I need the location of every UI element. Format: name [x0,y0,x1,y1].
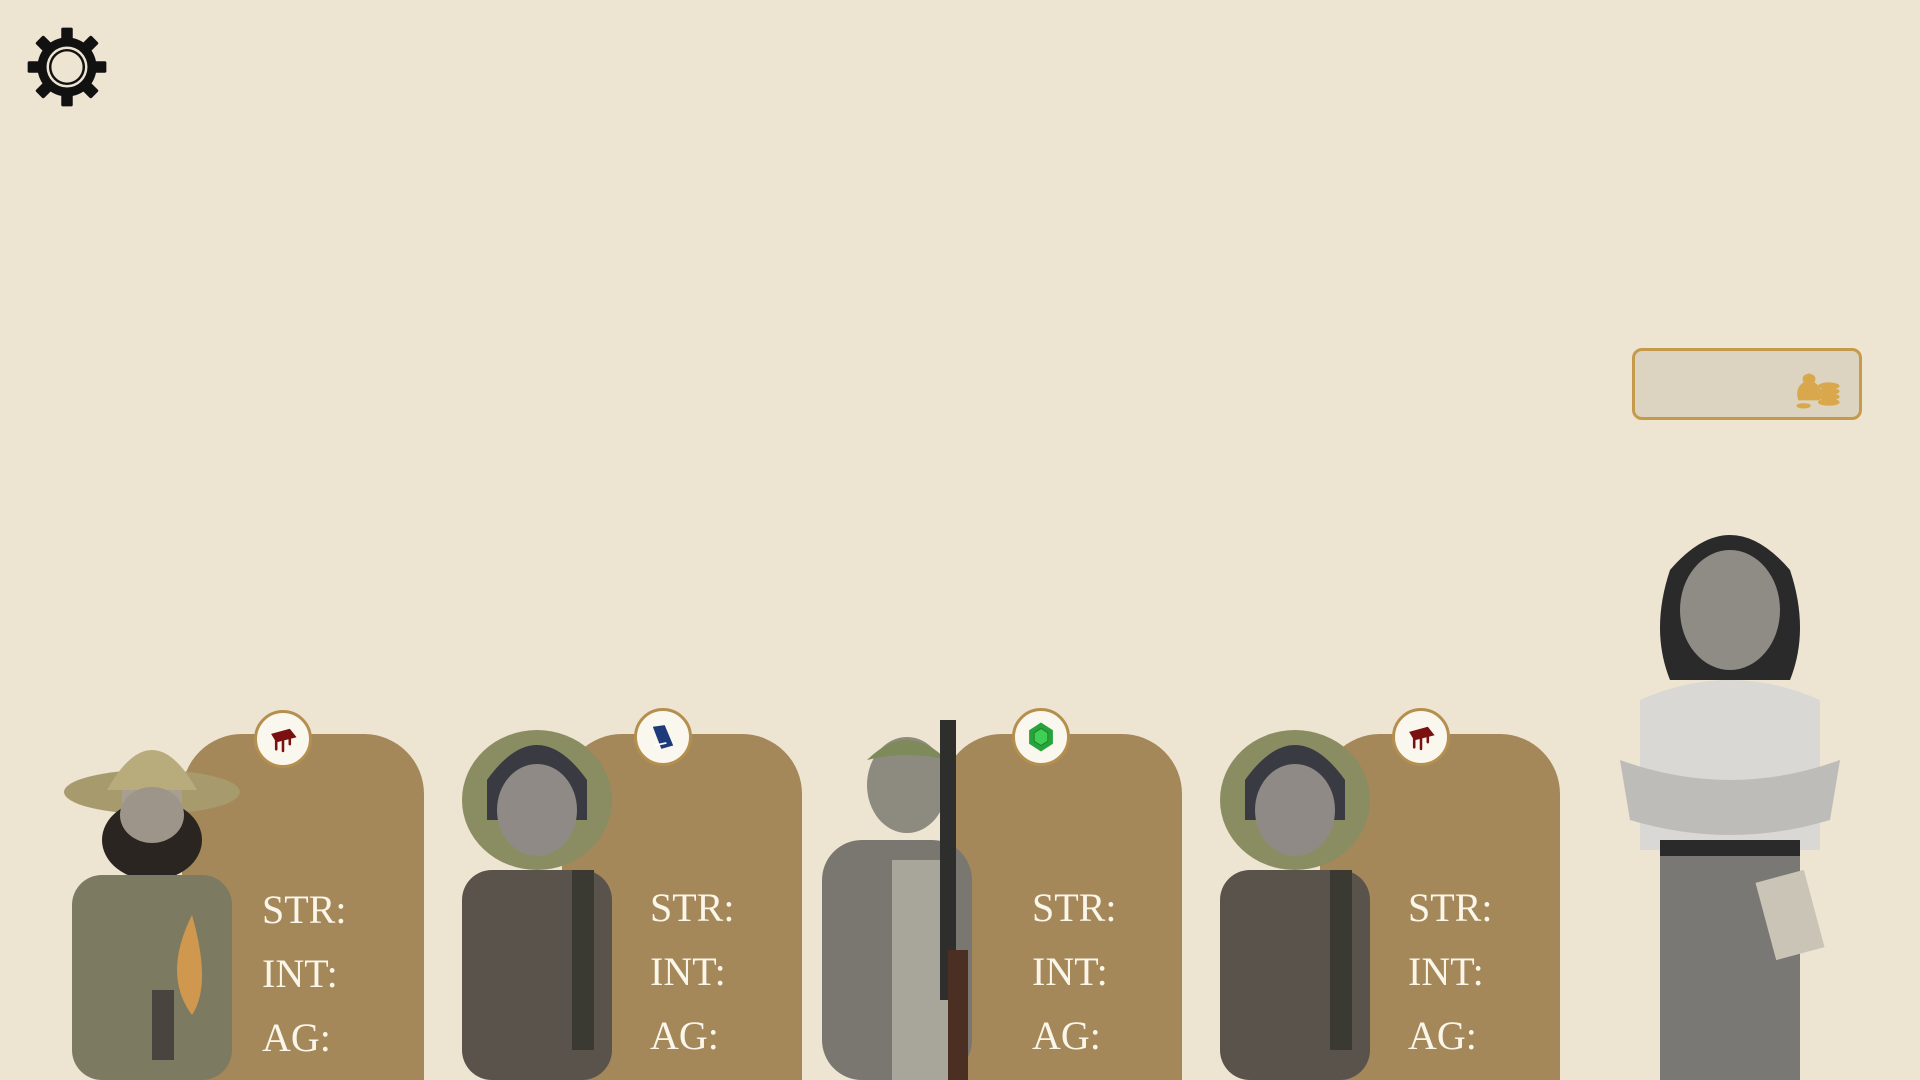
trait-badge[interactable] [1012,708,1070,766]
stats-block: STR: INT: AG: [1408,876,1492,1068]
stat-ag: AG: [262,1015,331,1060]
hooded-woman-portrait [462,730,612,1080]
gold-counter [1632,348,1862,420]
explorer-portrait [64,750,240,1080]
stat-ag: AG: [650,1013,719,1058]
emerald-icon [1029,722,1053,752]
coins-bag-icon [1796,373,1840,409]
trait-badge[interactable] [634,708,692,766]
rifleman-portrait [822,720,972,1080]
stats-block: STR: INT: AG: [650,876,734,1068]
stat-str: STR: [1408,885,1493,930]
stat-str: STR: [650,885,735,930]
blood-hat-icon [1409,726,1435,751]
trait-badge[interactable] [254,710,312,768]
merchant-character[interactable] [1600,500,1860,1080]
stat-int: INT: [1408,949,1484,994]
stats-block: STR: INT: AG: [1032,876,1116,1068]
stat-ag: AG: [1408,1013,1477,1058]
hooded-woman-portrait [1220,730,1370,1080]
stat-str: STR: [262,887,347,932]
stat-int: INT: [1032,949,1108,994]
book-icon [652,725,674,749]
stat-int: INT: [262,951,338,996]
character-card-2[interactable]: STR: INT: AG: [452,700,832,1080]
trait-badge[interactable] [1392,708,1450,766]
stat-str: STR: [1032,885,1117,930]
settings-button[interactable] [26,26,108,108]
stat-ag: AG: [1032,1013,1101,1058]
character-card-4[interactable]: STR: INT: AG: [1210,700,1590,1080]
character-card-1[interactable]: STR: INT: AG: [62,700,442,1080]
stat-int: INT: [650,949,726,994]
blood-hat-icon [271,728,297,753]
gear-icon [27,27,107,107]
game-screen: STR: INT: AG: STR: INT: AG: STR: INT: AG… [0,0,1920,1080]
character-card-3[interactable]: STR: INT: AG: [822,700,1202,1080]
stats-block: STR: INT: AG: [262,878,346,1070]
